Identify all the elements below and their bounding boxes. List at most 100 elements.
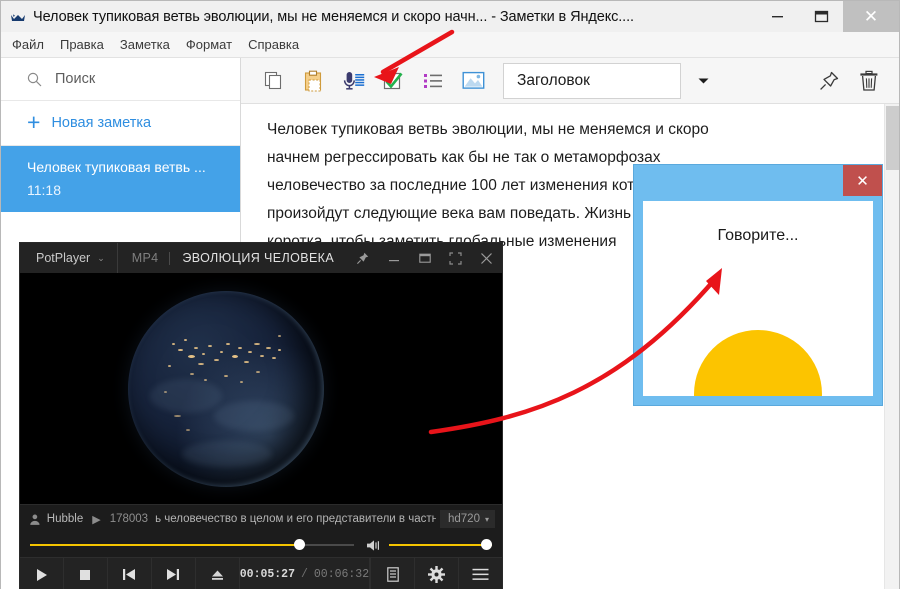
settings-button[interactable]: [414, 558, 458, 589]
potplayer-brand-label: PotPlayer: [36, 251, 91, 265]
earth-at-night-image: [128, 291, 324, 487]
bullet-list-icon: [424, 73, 442, 88]
quality-value: hd720: [448, 513, 480, 525]
note-list-item[interactable]: Человек тупиковая ветвь ... 11:18: [1, 146, 240, 212]
menu-item-format[interactable]: Формат: [186, 37, 232, 52]
chevron-down-icon: [698, 78, 708, 83]
paragraph-style-caret[interactable]: [681, 63, 725, 99]
previous-icon: [123, 569, 136, 580]
gear-icon: [428, 566, 446, 583]
new-note-label: Новая заметка: [51, 115, 152, 131]
potplayer-pin-button[interactable]: [347, 243, 378, 273]
earth-limb-glow: [128, 291, 324, 487]
image-icon: [462, 71, 484, 89]
hamburger-icon: [472, 568, 489, 580]
search-input[interactable]: Поиск: [1, 58, 240, 101]
bullet-list-button[interactable]: [413, 62, 453, 100]
editor-toolbar: Заголовок: [241, 58, 899, 104]
subtitle-text: ь человечество в целом и его представите…: [155, 513, 436, 525]
seek-knob[interactable]: [293, 539, 305, 550]
menu-item-note[interactable]: Заметка: [120, 37, 170, 52]
window-controls: ✕: [755, 1, 899, 32]
close-icon: ✕: [863, 7, 879, 26]
eject-button[interactable]: [196, 558, 240, 589]
menu-button[interactable]: [458, 558, 502, 589]
seek-volume-row: [20, 533, 502, 557]
current-time: 00:05:27: [239, 568, 295, 581]
speech-recognition-dialog: ✕ Говорите...: [633, 164, 883, 406]
chevron-down-icon: ⌄: [97, 252, 105, 263]
paste-button[interactable]: [293, 62, 333, 100]
delete-note-button[interactable]: [849, 62, 889, 100]
image-button[interactable]: [453, 62, 493, 100]
close-icon: ✕: [856, 172, 869, 190]
menubar: Файл Правка Заметка Формат Справка: [1, 32, 899, 58]
plus-icon: +: [27, 108, 41, 135]
note-time: 11:18: [27, 182, 61, 198]
paragraph-style-select[interactable]: Заголовок: [503, 62, 681, 99]
media-format-label: MP4: [131, 251, 159, 265]
trash-icon: [860, 70, 878, 91]
paragraph-style-value: Заголовок: [517, 71, 590, 89]
next-button[interactable]: [152, 558, 196, 589]
speech-prompt-text: Говорите...: [717, 227, 799, 244]
new-note-button[interactable]: + Новая заметка: [1, 101, 240, 146]
potplayer-window: PotPlayer ⌄ MP4 ЭВОЛЮЦИЯ ЧЕЛОВЕКА Hubble…: [20, 243, 502, 589]
search-icon: [27, 72, 42, 86]
media-title: ЭВОЛЮЦИЯ ЧЕЛОВЕКА: [182, 251, 335, 265]
editor-scrollbar[interactable]: [884, 104, 899, 589]
fullscreen-icon: [449, 251, 462, 265]
close-icon: [481, 252, 492, 264]
note-title: Человек тупиковая ветвь ...: [27, 159, 206, 175]
user-icon: [30, 514, 40, 525]
minimize-button[interactable]: [755, 1, 799, 32]
volume-knob[interactable]: [481, 539, 492, 550]
copy-icon: [264, 71, 281, 90]
pin-icon: [820, 71, 839, 90]
potplayer-close-button[interactable]: [471, 243, 502, 273]
quality-select[interactable]: hd720 ▾: [440, 510, 495, 528]
playlist-button[interactable]: [370, 558, 414, 589]
stop-button[interactable]: [64, 558, 108, 589]
menu-item-file[interactable]: Файл: [12, 37, 44, 52]
window-titlebar: Человек тупиковая ветвь эволюции, мы не …: [1, 1, 899, 32]
play-icon: [36, 568, 47, 581]
copy-button[interactable]: [253, 62, 293, 100]
scrollbar-thumb[interactable]: [886, 106, 899, 170]
video-surface[interactable]: [20, 273, 502, 504]
speech-indicator-blob: [694, 330, 822, 396]
pin-icon: [357, 252, 369, 264]
minimize-icon: [771, 16, 783, 18]
time-display: 00:05:27 / 00:06:32: [239, 558, 371, 589]
previous-button[interactable]: [108, 558, 152, 589]
seek-fill: [30, 544, 299, 546]
microphone-button[interactable]: [333, 62, 373, 100]
stop-icon: [80, 569, 91, 580]
search-placeholder: Поиск: [55, 71, 96, 87]
potplayer-restore-button[interactable]: [409, 243, 440, 273]
speech-dialog-close-button[interactable]: ✕: [843, 165, 882, 196]
pin-note-button[interactable]: [809, 62, 849, 100]
speech-dialog-body: Говорите...: [643, 201, 873, 396]
volume-icon: [367, 539, 379, 551]
maximize-icon: [814, 10, 828, 23]
close-button[interactable]: ✕: [843, 1, 899, 32]
potplayer-brand-menu[interactable]: PotPlayer ⌄: [20, 243, 118, 273]
checklist-button[interactable]: [373, 62, 413, 100]
potplayer-fullscreen-button[interactable]: [440, 243, 471, 273]
volume-control[interactable]: [366, 539, 492, 552]
menu-item-edit[interactable]: Правка: [60, 37, 104, 52]
play-glyph-icon: ▶: [92, 513, 101, 526]
window-title: Человек тупиковая ветвь эволюции, мы не …: [33, 8, 634, 25]
transport-controls: 00:05:27 / 00:06:32: [20, 557, 502, 589]
maximize-button[interactable]: [799, 1, 843, 32]
potplayer-window-controls: [347, 243, 502, 273]
time-separator: /: [300, 568, 308, 581]
seek-slider[interactable]: [30, 539, 354, 550]
potplayer-minimize-button[interactable]: [378, 243, 409, 273]
screenshot-root: Человек тупиковая ветвь эволюции, мы не …: [0, 0, 900, 589]
volume-slider[interactable]: [389, 539, 492, 550]
menu-item-help[interactable]: Справка: [248, 37, 299, 52]
chevron-down-icon: ▾: [484, 514, 489, 524]
play-button[interactable]: [20, 558, 64, 589]
